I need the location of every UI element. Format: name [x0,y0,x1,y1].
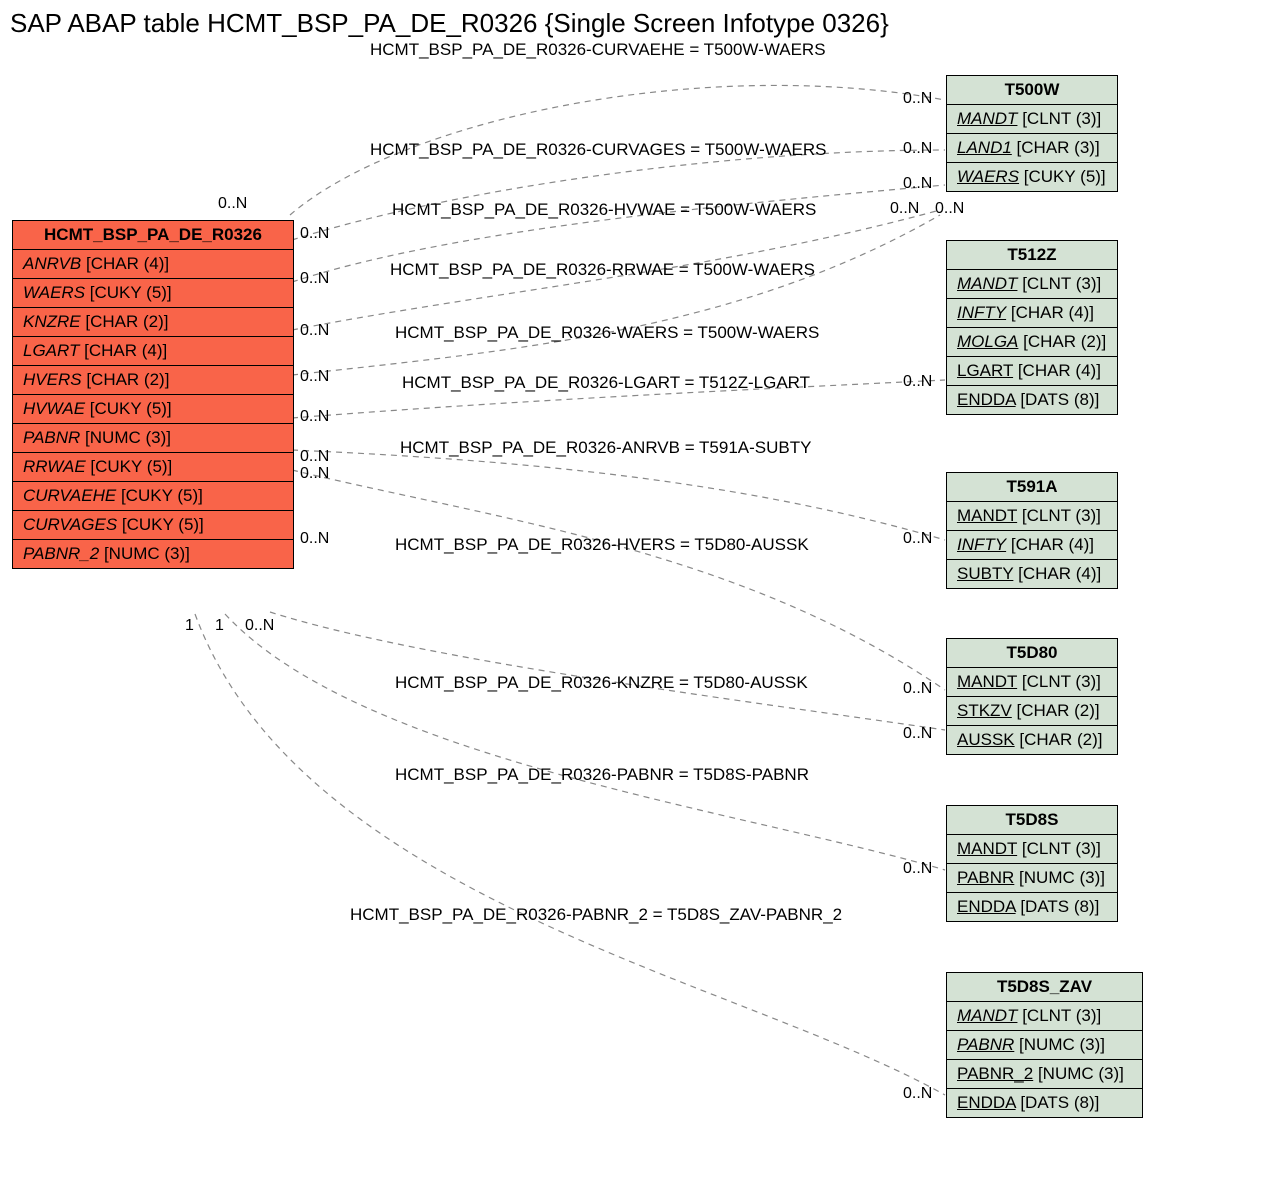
field-row: SUBTY [CHAR (4)] [947,560,1117,588]
entity-t5d80: T5D80 MANDT [CLNT (3)] STKZV [CHAR (2)] … [946,638,1118,755]
relation-label: HCMT_BSP_PA_DE_R0326-CURVAGES = T500W-WA… [370,140,827,160]
field-row: MANDT [CLNT (3)] [947,105,1117,134]
entity-header: T512Z [947,241,1117,270]
field-row: PABNR [NUMC (3)] [947,1031,1142,1060]
cardinality-label: 1 [215,617,224,635]
cardinality-label: 0..N [300,368,329,386]
field-row: RRWAE [CUKY (5)] [13,453,293,482]
cardinality-label: 0..N [903,140,932,158]
cardinality-label: 1 [185,617,194,635]
field-row: INFTY [CHAR (4)] [947,531,1117,560]
cardinality-label: 0..N [903,680,932,698]
field-row: MANDT [CLNT (3)] [947,668,1117,697]
cardinality-label: 0..N [903,90,932,108]
field-row: PABNR [NUMC (3)] [947,864,1117,893]
field-row: PABNR_2 [NUMC (3)] [13,540,293,568]
field-row: ENDDA [DATS (8)] [947,1089,1142,1117]
field-row: ENDDA [DATS (8)] [947,386,1117,414]
cardinality-label: 0..N [245,617,274,635]
cardinality-label: 0..N [218,195,247,213]
field-row: ANRVB [CHAR (4)] [13,250,293,279]
cardinality-label: 0..N [300,448,329,466]
field-row: CURVAGES [CUKY (5)] [13,511,293,540]
relation-label: HCMT_BSP_PA_DE_R0326-LGART = T512Z-LGART [402,373,810,393]
entity-header: T5D8S_ZAV [947,973,1142,1002]
entity-t500w: T500W MANDT [CLNT (3)] LAND1 [CHAR (3)] … [946,75,1118,192]
field-row: MANDT [CLNT (3)] [947,835,1117,864]
cardinality-label: 0..N [300,408,329,426]
field-row: AUSSK [CHAR (2)] [947,726,1117,754]
field-row: WAERS [CUKY (5)] [947,163,1117,191]
relation-label: HCMT_BSP_PA_DE_R0326-HVWAE = T500W-WAERS [392,200,816,220]
field-row: CURVAEHE [CUKY (5)] [13,482,293,511]
entity-header: T500W [947,76,1117,105]
cardinality-label: 0..N [300,322,329,340]
relation-label: HCMT_BSP_PA_DE_R0326-CURVAEHE = T500W-WA… [370,40,826,60]
field-row: LGART [CHAR (4)] [947,357,1117,386]
relation-label: HCMT_BSP_PA_DE_R0326-PABNR = T5D8S-PABNR [395,765,809,785]
field-row: MANDT [CLNT (3)] [947,502,1117,531]
cardinality-label: 0..N [903,373,932,391]
cardinality-label: 0..N [935,200,964,218]
entity-header: T591A [947,473,1117,502]
relation-label: HCMT_BSP_PA_DE_R0326-ANRVB = T591A-SUBTY [400,438,811,458]
relation-label: HCMT_BSP_PA_DE_R0326-KNZRE = T5D80-AUSSK [395,673,808,693]
cardinality-label: 0..N [903,860,932,878]
field-row: LAND1 [CHAR (3)] [947,134,1117,163]
field-row: ENDDA [DATS (8)] [947,893,1117,921]
entity-t5d8s: T5D8S MANDT [CLNT (3)] PABNR [NUMC (3)] … [946,805,1118,922]
cardinality-label: 0..N [890,200,919,218]
entity-main-header: HCMT_BSP_PA_DE_R0326 [13,221,293,250]
entity-t512z: T512Z MANDT [CLNT (3)] INFTY [CHAR (4)] … [946,240,1118,415]
field-row: PABNR_2 [NUMC (3)] [947,1060,1142,1089]
cardinality-label: 0..N [903,530,932,548]
field-row: STKZV [CHAR (2)] [947,697,1117,726]
entity-header: T5D80 [947,639,1117,668]
field-row: MANDT [CLNT (3)] [947,1002,1142,1031]
cardinality-label: 0..N [300,225,329,243]
field-row: HVERS [CHAR (2)] [13,366,293,395]
cardinality-label: 0..N [300,465,329,483]
entity-header: T5D8S [947,806,1117,835]
page-title: SAP ABAP table HCMT_BSP_PA_DE_R0326 {Sin… [10,8,889,39]
cardinality-label: 0..N [300,270,329,288]
entity-main: HCMT_BSP_PA_DE_R0326 ANRVB [CHAR (4)] WA… [12,220,294,569]
entity-t5d8s-zav: T5D8S_ZAV MANDT [CLNT (3)] PABNR [NUMC (… [946,972,1143,1118]
cardinality-label: 0..N [903,1085,932,1103]
field-row: INFTY [CHAR (4)] [947,299,1117,328]
cardinality-label: 0..N [903,175,932,193]
cardinality-label: 0..N [300,530,329,548]
field-row: MANDT [CLNT (3)] [947,270,1117,299]
field-row: MOLGA [CHAR (2)] [947,328,1117,357]
field-row: LGART [CHAR (4)] [13,337,293,366]
field-row: WAERS [CUKY (5)] [13,279,293,308]
relation-label: HCMT_BSP_PA_DE_R0326-RRWAE = T500W-WAERS [390,260,815,280]
cardinality-label: 0..N [903,725,932,743]
relation-label: HCMT_BSP_PA_DE_R0326-HVERS = T5D80-AUSSK [395,535,809,555]
relation-label: HCMT_BSP_PA_DE_R0326-PABNR_2 = T5D8S_ZAV… [350,905,842,925]
field-row: HVWAE [CUKY (5)] [13,395,293,424]
entity-t591a: T591A MANDT [CLNT (3)] INFTY [CHAR (4)] … [946,472,1118,589]
relation-label: HCMT_BSP_PA_DE_R0326-WAERS = T500W-WAERS [395,323,819,343]
field-row: KNZRE [CHAR (2)] [13,308,293,337]
field-row: PABNR [NUMC (3)] [13,424,293,453]
